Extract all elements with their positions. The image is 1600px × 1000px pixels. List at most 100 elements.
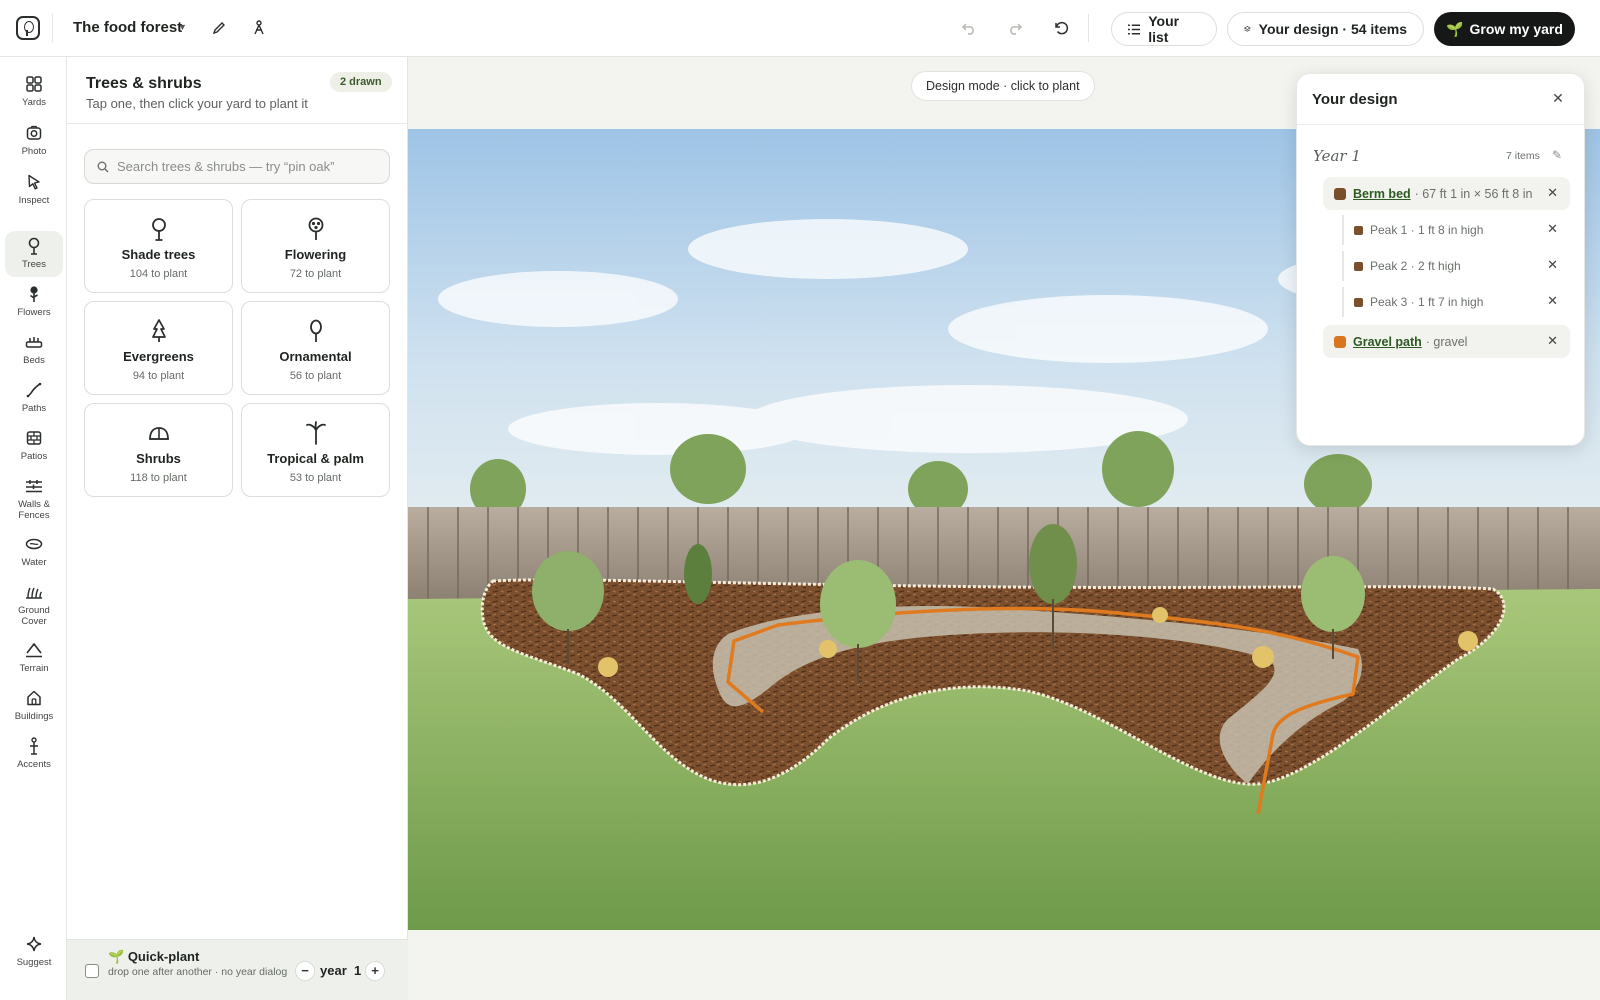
your-design-label: Your design · xyxy=(1258,21,1348,37)
category-count: 104 to plant xyxy=(129,268,188,280)
rail-label: Inspect xyxy=(18,195,50,206)
category-count: 94 to plant xyxy=(132,370,185,382)
peak-text: Peak 1 · 1 ft 8 in high xyxy=(1370,223,1484,237)
remove-icon[interactable]: ✕ xyxy=(1547,221,1558,237)
rail-item-terrain[interactable]: Terrain xyxy=(5,635,63,681)
year-value: year 1 xyxy=(320,963,361,978)
rail-item-paths[interactable]: Paths xyxy=(5,375,63,421)
divider xyxy=(1297,124,1586,125)
rail-label: Walls & Fences xyxy=(18,499,50,521)
grow-my-yard-button[interactable]: 🌱 Grow my yard xyxy=(1434,12,1575,46)
category-tropical-palm[interactable]: Tropical & palm 53 to plant xyxy=(241,403,390,497)
terrain-icon xyxy=(24,640,44,660)
your-design-count: 54 items xyxy=(1350,21,1407,37)
rename-pencil-icon[interactable] xyxy=(207,16,231,40)
grid-icon xyxy=(24,74,44,94)
layer-row-gravel-path[interactable]: Gravel path · gravel ✕ xyxy=(1323,325,1570,358)
rail-item-photo[interactable]: Photo xyxy=(5,118,63,164)
rail-item-accents[interactable]: Accents xyxy=(5,731,63,777)
rail-item-flowers[interactable]: Flowers xyxy=(5,279,63,325)
your-list-label: Your list xyxy=(1148,13,1180,45)
camera-icon xyxy=(24,123,44,143)
color-swatch xyxy=(1334,187,1346,200)
remove-icon[interactable]: ✕ xyxy=(1547,185,1558,201)
shade-tree-icon xyxy=(150,217,168,241)
color-swatch xyxy=(1354,297,1363,307)
fence-icon xyxy=(24,476,44,496)
rail-label: Water xyxy=(21,557,47,568)
layer-meta: · gravel xyxy=(1425,334,1468,349)
year-label: year xyxy=(320,963,347,978)
edit-pencil-icon[interactable]: ✎ xyxy=(1552,148,1562,162)
peak-row[interactable]: Peak 2 · 2 ft high ✕ xyxy=(1342,251,1570,281)
category-shrubs[interactable]: Shrubs 118 to plant xyxy=(84,403,233,497)
app-logo-icon[interactable] xyxy=(16,16,40,40)
year-decrement-button[interactable]: − xyxy=(295,961,315,981)
rail-label: Buildings xyxy=(14,711,54,722)
category-ornamental[interactable]: Ornamental 56 to plant xyxy=(241,301,390,395)
top-bar: The food forest ▼ Your list Your design … xyxy=(0,0,1600,57)
your-list-button[interactable]: Your list xyxy=(1111,12,1217,46)
rail-item-buildings[interactable]: Buildings xyxy=(5,683,63,729)
search-icon xyxy=(97,161,109,172)
panel-title: Trees & shrubs xyxy=(86,75,202,92)
your-design-panel: Your design ✕ Year 1 7 items ✎ Berm bed … xyxy=(1296,73,1586,446)
remove-icon[interactable]: ✕ xyxy=(1547,333,1558,349)
layer-meta: · 67 ft 1 in × 56 ft 8 in xyxy=(1414,186,1533,201)
rail-item-ground-cover[interactable]: Ground Cover xyxy=(5,577,63,629)
rail-item-water[interactable]: Water xyxy=(5,529,63,575)
sparkle-icon xyxy=(24,934,44,954)
category-shade-trees[interactable]: Shade trees 104 to plant xyxy=(84,199,233,293)
quick-plant-bar: 🌱 Quick-plant drop one after another · n… xyxy=(67,939,408,1000)
category-evergreens[interactable]: Evergreens 94 to plant xyxy=(84,301,233,395)
rail-label: Ground Cover xyxy=(18,605,50,627)
rail-item-trees[interactable]: Trees xyxy=(5,231,63,277)
ornamental-tree-icon xyxy=(307,319,325,343)
rail-label: Patios xyxy=(20,451,48,462)
peak-row[interactable]: Peak 3 · 1 ft 7 in high ✕ xyxy=(1342,287,1570,317)
rail-item-walls-fences[interactable]: Walls & Fences xyxy=(5,471,63,523)
remove-icon[interactable]: ✕ xyxy=(1547,293,1558,309)
layer-row-berm-bed[interactable]: Berm bed · 67 ft 1 in × 56 ft 8 in ✕ xyxy=(1323,177,1570,210)
project-name[interactable]: The food forest xyxy=(73,19,182,36)
remove-icon[interactable]: ✕ xyxy=(1547,257,1558,273)
year-increment-button[interactable]: + xyxy=(365,961,385,981)
trees-panel: Trees & shrubs Tap one, then click your … xyxy=(67,57,408,1000)
quick-plant-checkbox[interactable] xyxy=(85,964,99,978)
category-count: 56 to plant xyxy=(289,370,342,382)
rail-item-inspect[interactable]: Inspect xyxy=(5,167,63,213)
seedling-icon: 🌱 xyxy=(1446,20,1464,37)
rail-label: Suggest xyxy=(16,957,52,968)
your-design-button[interactable]: Your design · 54 items xyxy=(1227,12,1424,46)
rail-item-beds[interactable]: Beds xyxy=(5,327,63,373)
rail-label: Yards xyxy=(21,97,47,108)
close-icon[interactable]: ✕ xyxy=(1549,89,1567,107)
drawn-count-badge[interactable]: 2 drawn xyxy=(330,72,392,92)
color-swatch xyxy=(1354,225,1363,235)
color-swatch xyxy=(1354,261,1363,271)
category-count: 72 to plant xyxy=(289,268,342,280)
search-box[interactable] xyxy=(84,149,390,184)
category-name: Shade trees xyxy=(121,247,196,262)
house-icon xyxy=(24,688,44,708)
rail-label: Photo xyxy=(21,146,47,157)
rail-label: Trees xyxy=(22,259,46,270)
shrub-icon xyxy=(148,421,170,445)
reset-icon[interactable] xyxy=(1049,16,1073,40)
chevron-down-icon[interactable]: ▼ xyxy=(178,22,187,32)
rail-item-patios[interactable]: Patios xyxy=(5,423,63,469)
search-input[interactable] xyxy=(117,159,377,174)
compass-icon[interactable] xyxy=(247,16,271,40)
quick-plant-title: 🌱 Quick-plant xyxy=(108,949,199,965)
layer-name[interactable]: Berm bed xyxy=(1353,187,1411,201)
seedling-icon: 🌱 xyxy=(108,949,128,964)
category-flowering[interactable]: Flowering 72 to plant xyxy=(241,199,390,293)
peak-text: Peak 3 · 1 ft 7 in high xyxy=(1370,295,1484,309)
undo-icon[interactable] xyxy=(957,16,981,40)
tool-rail: Yards Photo Inspect Trees Flowers Beds P… xyxy=(0,57,67,1000)
rail-item-yards[interactable]: Yards xyxy=(5,69,63,115)
peak-row[interactable]: Peak 1 · 1 ft 8 in high ✕ xyxy=(1342,215,1570,245)
layer-name[interactable]: Gravel path xyxy=(1353,335,1422,349)
redo-icon[interactable] xyxy=(1003,16,1027,40)
rail-item-suggest[interactable]: Suggest xyxy=(5,929,63,975)
